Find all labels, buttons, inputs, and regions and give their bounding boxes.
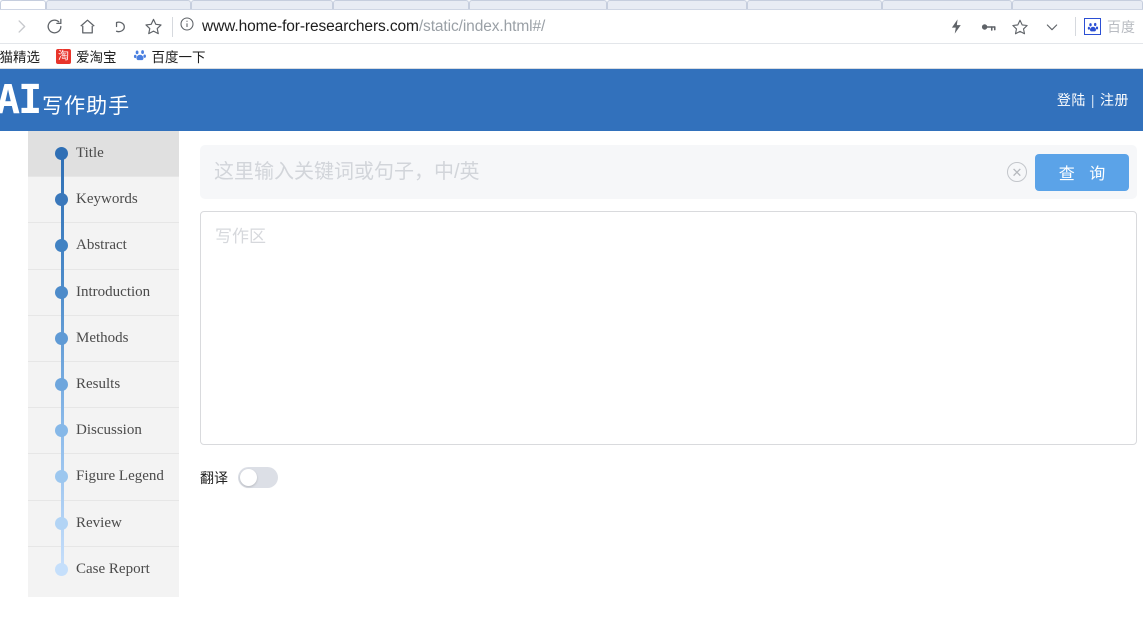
taobao-icon: 淘 xyxy=(56,48,71,64)
info-circle-icon[interactable] xyxy=(179,16,195,37)
browser-tab[interactable] xyxy=(607,0,747,9)
sidebar-item-dot xyxy=(55,424,68,438)
home-icon[interactable] xyxy=(72,12,102,42)
browser-tab[interactable] xyxy=(747,0,882,9)
bookmarks-bar: 天猫精选 淘 爱淘宝 百度一下 xyxy=(0,44,1143,69)
sidebar-item-label: Review xyxy=(76,514,122,531)
sidebar-item-dot xyxy=(55,193,68,207)
bookmark-label: 百度一下 xyxy=(151,50,206,65)
reload-icon[interactable] xyxy=(39,12,69,42)
translate-toggle[interactable] xyxy=(238,467,278,488)
sidebar-item-label: Keywords xyxy=(76,191,138,208)
lightning-icon[interactable] xyxy=(941,12,971,42)
translate-label: 翻译 xyxy=(200,469,228,486)
sidebar: Title Keywords Abstract Introduction Methods… xyxy=(28,131,179,597)
query-button[interactable]: 查 询 xyxy=(1035,153,1129,191)
sidebar-item-keywords[interactable]: Keywords xyxy=(28,177,179,224)
chevron-down-icon[interactable] xyxy=(1037,12,1067,42)
browser-tab[interactable] xyxy=(469,0,607,9)
clear-circle-icon[interactable]: ✕ xyxy=(1007,162,1027,182)
baidu-extension[interactable]: 百度 xyxy=(1084,17,1135,37)
auth-links: 登陆 | 注册 xyxy=(1057,90,1129,110)
main-content: ✕ 查 询 翻译 xyxy=(179,131,1143,619)
key-icon[interactable] xyxy=(973,12,1003,42)
sidebar-timeline-line xyxy=(61,154,64,574)
sidebar-item-label: Introduction xyxy=(76,283,151,300)
search-bar: ✕ 查 询 xyxy=(200,145,1137,199)
sidebar-item-dot xyxy=(55,516,68,530)
forward-icon[interactable] xyxy=(6,12,36,42)
baidu-paw-icon xyxy=(133,48,147,65)
sidebar-item-dot xyxy=(55,147,68,161)
register-link[interactable]: 注册 xyxy=(1100,90,1129,110)
sidebar-item-label: Abstract xyxy=(76,237,127,254)
auth-separator: | xyxy=(1090,92,1095,108)
app-header: AI 写作助手 登陆 | 注册 xyxy=(0,69,1143,131)
logo-text: 写作助手 xyxy=(42,95,131,118)
browser-tab[interactable] xyxy=(191,0,333,9)
sidebar-item-methods[interactable]: Methods xyxy=(28,316,179,362)
browser-tab[interactable] xyxy=(46,0,191,9)
logo-mark: AI xyxy=(0,77,42,123)
sidebar-item-dot xyxy=(55,378,68,392)
sidebar-item-review[interactable]: Review xyxy=(28,501,179,547)
sidebar-item-label: Discussion xyxy=(76,422,142,439)
app-logo[interactable]: AI 写作助手 xyxy=(0,80,130,120)
bookmark-item[interactable]: 淘 爱淘宝 xyxy=(50,44,123,68)
sidebar-item-label: Case Report xyxy=(76,561,150,578)
url-path: /static/index.html#/ xyxy=(418,17,546,35)
baidu-paw-icon[interactable] xyxy=(1084,18,1101,35)
page-body: Title Keywords Abstract Introduction Methods… xyxy=(0,131,1143,619)
sidebar-item-discussion[interactable]: Discussion xyxy=(28,408,179,455)
browser-tab[interactable] xyxy=(1012,0,1143,9)
undo-icon[interactable] xyxy=(105,12,135,42)
url-text: www.home-for-researchers.com/static/inde… xyxy=(202,18,545,36)
omnibox-divider xyxy=(172,16,173,37)
bookmark-label: 爱淘宝 xyxy=(76,50,117,65)
browser-tab[interactable] xyxy=(882,0,1012,9)
bookmark-star-icon[interactable] xyxy=(138,12,168,42)
sidebar-item-dot xyxy=(55,563,68,577)
sidebar-item-case-report[interactable]: Case Report xyxy=(28,547,179,593)
browser-tab[interactable] xyxy=(333,0,469,9)
browser-chrome: www.home-for-researchers.com/static/inde… xyxy=(0,0,1143,69)
sidebar-item-introduction[interactable]: Introduction xyxy=(28,270,179,316)
toggle-knob xyxy=(240,469,257,486)
baidu-extension-label: 百度 xyxy=(1107,18,1135,35)
bookmark-item[interactable]: 百度一下 xyxy=(127,44,212,68)
browser-tab[interactable] xyxy=(0,0,46,9)
bookmark-label: 天猫精选 xyxy=(0,50,40,65)
writing-area-textarea[interactable] xyxy=(200,211,1137,445)
bookmark-item[interactable]: 天猫精选 xyxy=(0,44,46,68)
sidebar-item-dot xyxy=(55,285,68,299)
search-input[interactable] xyxy=(214,160,999,184)
navigation-buttons xyxy=(6,12,168,42)
toolbar-separator xyxy=(1075,17,1076,36)
sidebar-item-dot xyxy=(55,470,68,484)
sidebar-item-dot xyxy=(55,239,68,253)
address-bar[interactable]: www.home-for-researchers.com/static/inde… xyxy=(179,12,941,42)
browser-tabstrip xyxy=(0,0,1143,10)
login-link[interactable]: 登陆 xyxy=(1057,90,1086,110)
sidebar-item-title[interactable]: Title xyxy=(28,131,179,178)
toolbar-actions: 百度 xyxy=(941,12,1137,42)
url-host: www.home-for-researchers.com xyxy=(202,17,419,35)
sidebar-item-label: Title xyxy=(76,145,104,162)
sidebar-item-abstract[interactable]: Abstract xyxy=(28,223,179,270)
translate-toggle-row: 翻译 xyxy=(200,467,1137,488)
sidebar-item-dot xyxy=(55,331,68,345)
sidebar-item-results[interactable]: Results xyxy=(28,362,179,409)
sidebar-item-figure-legend[interactable]: Figure Legend xyxy=(28,454,179,501)
browser-toolbar: www.home-for-researchers.com/static/inde… xyxy=(0,10,1143,44)
star-icon[interactable] xyxy=(1005,12,1035,42)
sidebar-item-label: Results xyxy=(76,376,121,393)
sidebar-item-label: Methods xyxy=(76,329,129,346)
sidebar-item-label: Figure Legend xyxy=(76,468,164,485)
